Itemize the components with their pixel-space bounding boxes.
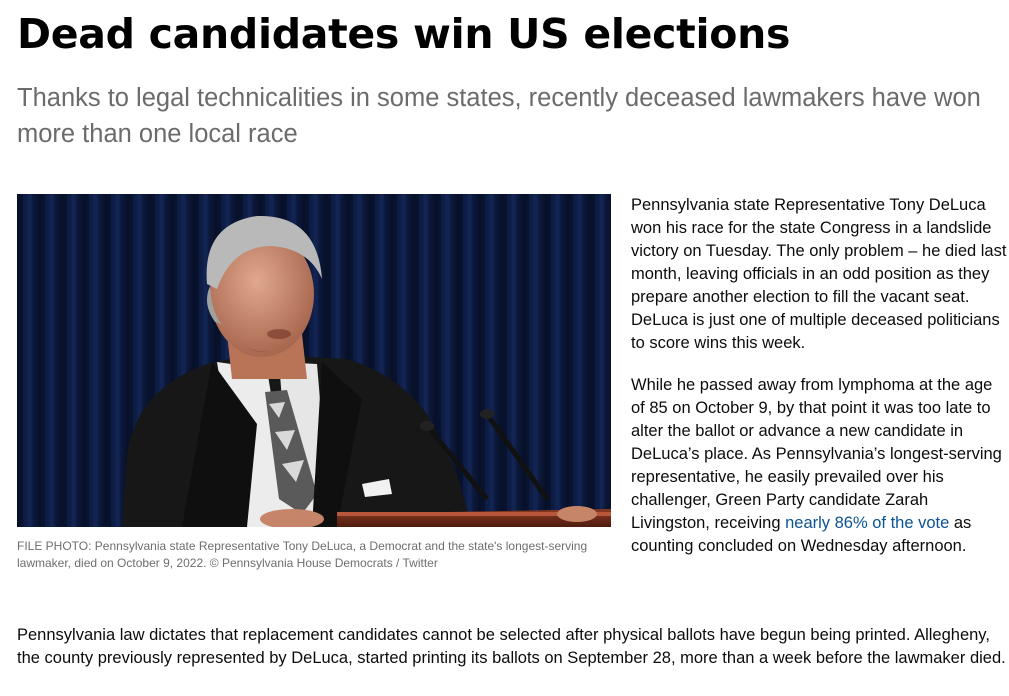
article-headline: Dead candidates win US elections (17, 10, 791, 58)
paragraph-2-text-before: While he passed away from lymphoma at th… (631, 376, 1002, 532)
photo-of-man-speaking-at-podium-icon (17, 194, 611, 527)
photo-caption: FILE PHOTO: Pennsylvania state Represent… (17, 539, 588, 570)
article-paragraph-3: Pennsylvania law dictates that replaceme… (17, 626, 1006, 667)
article-paragraph-2: While he passed away from lymphoma at th… (631, 374, 1007, 558)
article-photo[interactable] (17, 194, 611, 527)
article-paragraph-1: Pennsylvania state Representative Tony D… (631, 196, 1007, 352)
vote-share-link[interactable]: nearly 86% of the vote (785, 514, 949, 532)
article-side-column: Pennsylvania state Representative Tony D… (631, 194, 1007, 558)
article-subheadline: Thanks to legal technicalities in some s… (17, 84, 981, 148)
